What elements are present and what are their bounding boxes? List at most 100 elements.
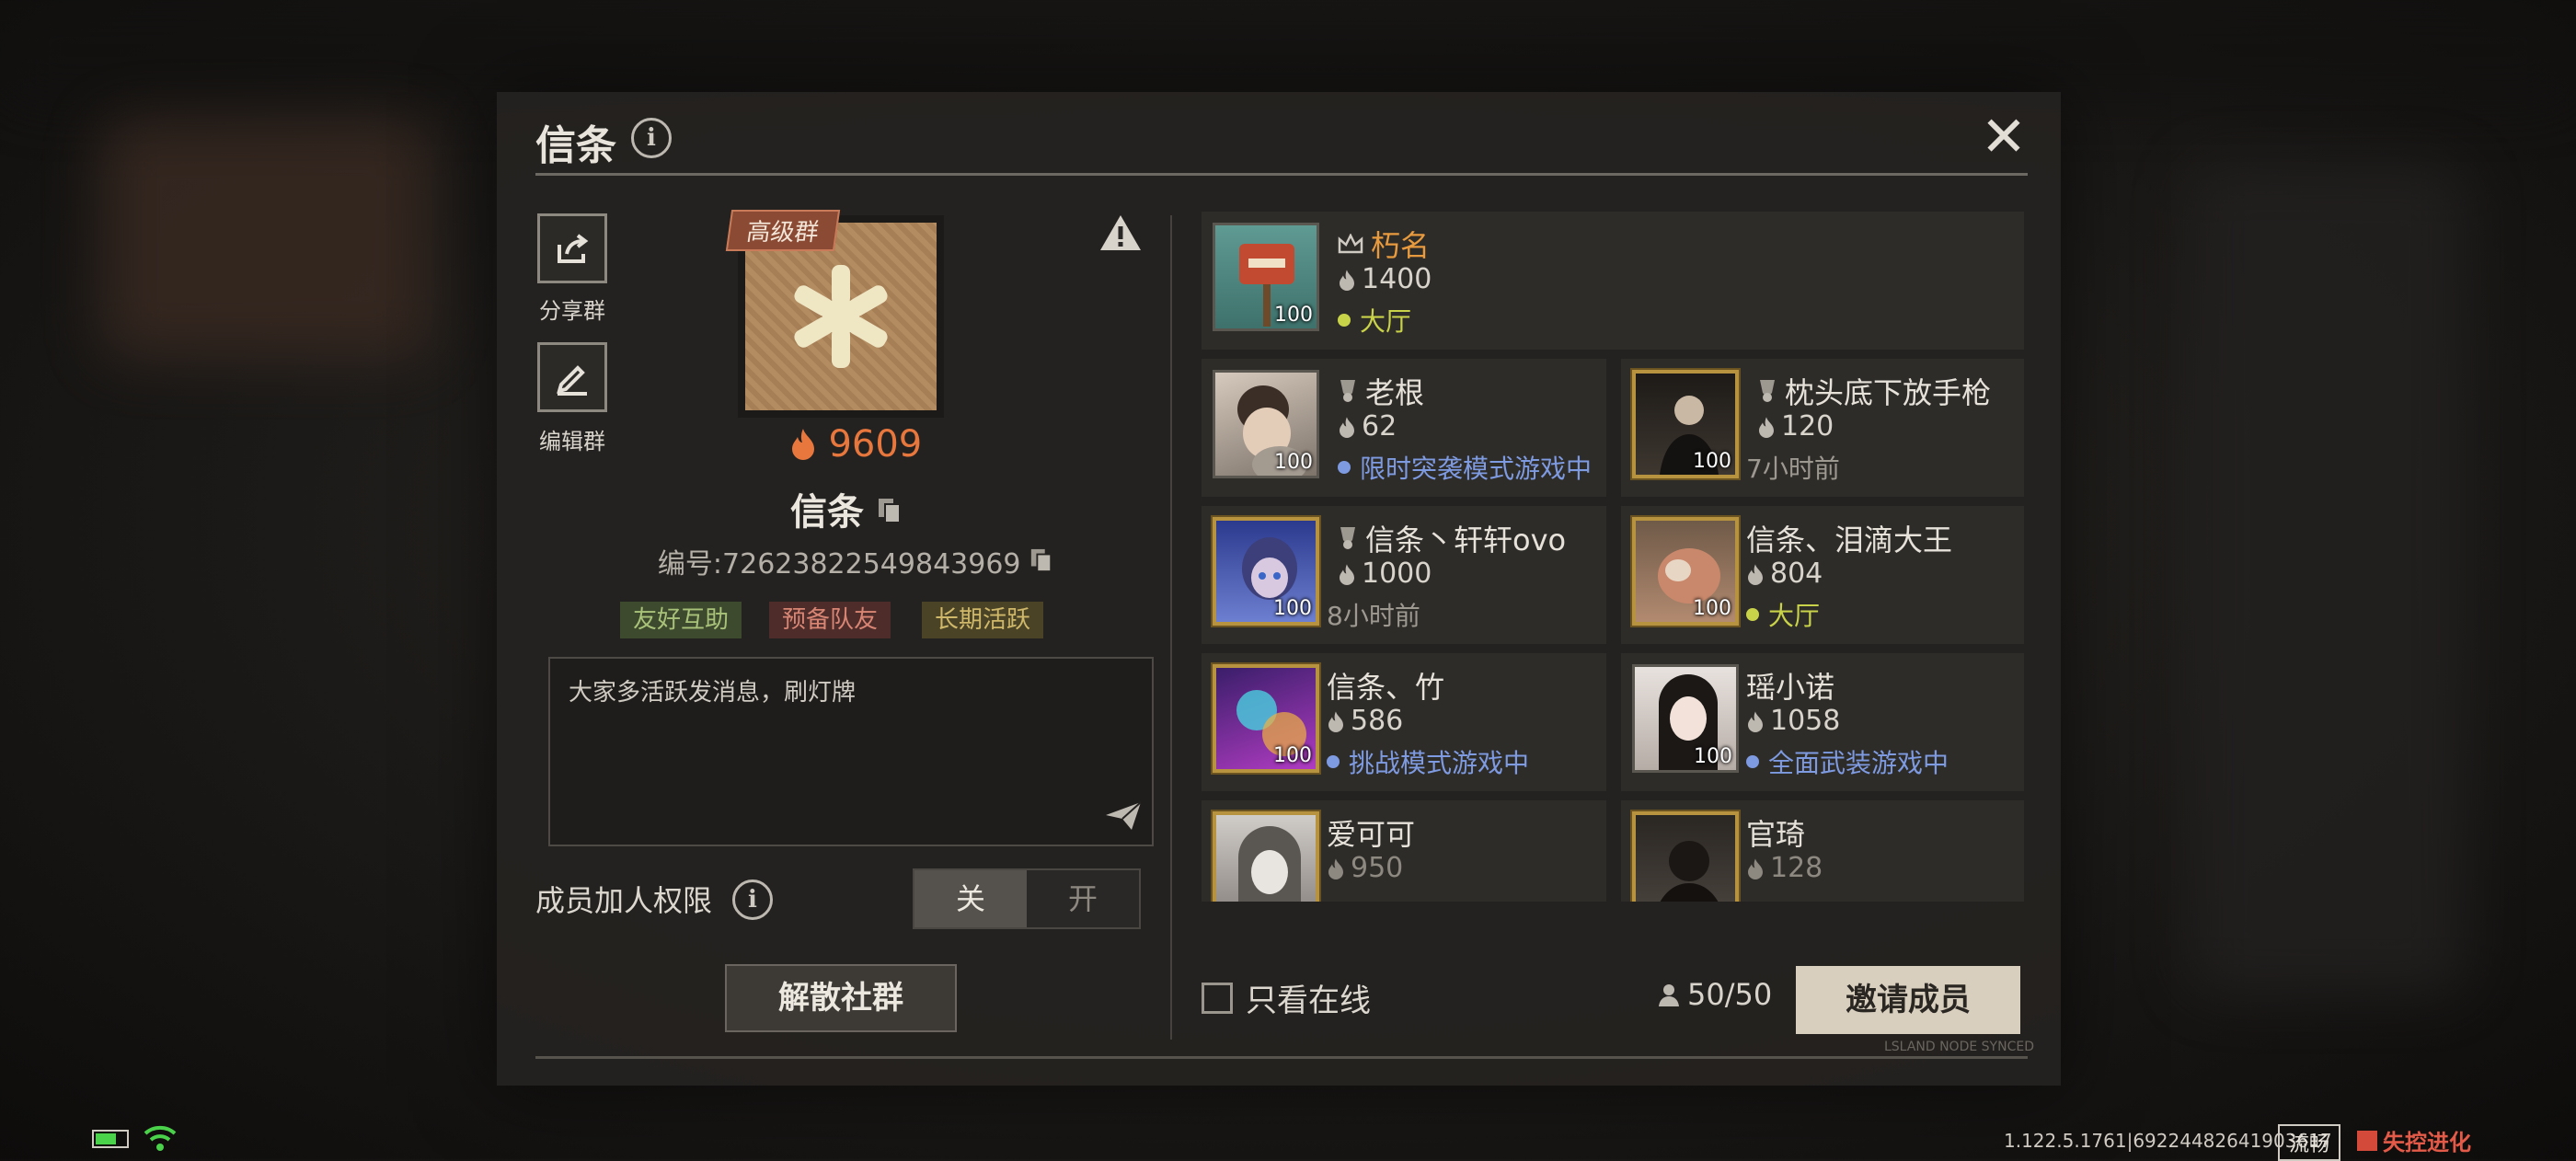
- ingame-status-dot: [1338, 461, 1351, 474]
- dialog-title: 信条: [535, 122, 616, 169]
- online-status-dot: [1338, 314, 1351, 327]
- game-logo-text: 失控进化: [2383, 1130, 2471, 1155]
- group-info-dialog: 信条 i ✕ 分享群 编辑群 高级群 9609 信条 编号:7262382254…: [497, 92, 2061, 1086]
- flame-icon: [1328, 857, 1343, 879]
- member-card[interactable]: 100 信条丶轩轩ovo 1000 8小时前: [1202, 506, 1606, 644]
- member-status: 限时突袭模式游戏中: [1360, 454, 1593, 484]
- member-score: 1000: [1362, 558, 1432, 590]
- level-badge: 100: [1274, 451, 1313, 474]
- group-name: 信条: [727, 482, 966, 535]
- group-tag: 友好互助: [620, 602, 742, 638]
- group-name-text: 信条: [790, 491, 865, 534]
- network-quality-badge: 流畅: [2278, 1124, 2341, 1161]
- medal-icon: [1340, 527, 1355, 549]
- toggle-on-option[interactable]: 开: [1027, 870, 1139, 927]
- group-notice-box[interactable]: 大家多活跃发消息，刷灯牌: [548, 657, 1154, 846]
- member-score: 1400: [1362, 263, 1432, 295]
- member-card-owner[interactable]: 100 朽名 1400 大厅: [1202, 212, 2024, 350]
- ingame-status-dot: [1327, 755, 1340, 768]
- member-score: 950: [1351, 852, 1404, 884]
- member-score: 128: [1770, 852, 1823, 884]
- person-icon: [1659, 984, 1679, 1006]
- level-badge: 100: [1273, 744, 1312, 767]
- member-last-seen: 8小时前: [1327, 601, 1420, 631]
- member-status: 挑战模式游戏中: [1349, 748, 1530, 778]
- only-online-checkbox[interactable]: [1202, 983, 1233, 1014]
- invite-permission-toggle[interactable]: 关 开: [913, 868, 1141, 929]
- medal-icon: [1760, 380, 1775, 402]
- copy-icon[interactable]: [877, 497, 903, 524]
- member-name: 朽名: [1371, 228, 1431, 263]
- member-count: 50/50: [1658, 977, 1772, 1012]
- share-group-label: 分享群: [539, 298, 605, 324]
- warning-icon[interactable]: [1098, 213, 1143, 256]
- wifi-icon: [144, 1124, 177, 1155]
- flame-icon: [1748, 563, 1763, 585]
- member-name: 信条、泪滴大王: [1746, 523, 1953, 558]
- avatar[interactable]: 100: [1213, 517, 1319, 626]
- group-id: 编号:72623822549843969: [626, 541, 1086, 581]
- member-card[interactable]: 100 信条、竹 586 挑战模式游戏中: [1202, 653, 1606, 791]
- member-name: 官琦: [1746, 817, 1806, 852]
- member-name: 老根: [1365, 375, 1425, 410]
- info-icon[interactable]: i: [732, 879, 773, 920]
- avatar[interactable]: 100: [1632, 517, 1739, 626]
- ingame-status-dot: [1746, 755, 1759, 768]
- avatar[interactable]: 100: [1213, 370, 1319, 478]
- group-score-value: 9609: [828, 423, 923, 466]
- group-tag: 预备队友: [769, 602, 891, 638]
- member-score: 1058: [1770, 705, 1841, 737]
- member-name: 枕头底下放手枪: [1785, 375, 1992, 410]
- toggle-off-option[interactable]: 关: [914, 870, 1027, 927]
- member-name: 信条、竹: [1327, 670, 1445, 705]
- level-badge: 100: [1693, 597, 1731, 620]
- member-count-value: 50/50: [1687, 977, 1773, 1012]
- online-status-dot: [1746, 608, 1759, 621]
- edit-group-button[interactable]: [537, 342, 607, 412]
- member-card[interactable]: 爱可可 950: [1202, 800, 1606, 902]
- level-badge: 100: [1694, 745, 1732, 768]
- info-icon[interactable]: i: [631, 118, 672, 158]
- column-divider: [1170, 215, 1172, 1040]
- medal-icon: [1340, 380, 1355, 402]
- level-badge: 100: [1274, 304, 1313, 327]
- share-group-button[interactable]: [537, 213, 607, 283]
- group-score: 9609: [773, 423, 938, 466]
- member-card[interactable]: 官琦 128: [1621, 800, 2024, 902]
- flame-icon: [1340, 416, 1354, 438]
- group-id-text: 编号:72623822549843969: [657, 548, 1021, 580]
- member-card[interactable]: 100 老根 62 限时突袭模式游戏中: [1202, 359, 1606, 497]
- member-status: 全面武装游戏中: [1768, 748, 1949, 778]
- flame-icon: [1340, 269, 1354, 291]
- battery-icon: [92, 1130, 129, 1148]
- avatar[interactable]: 100: [1632, 370, 1739, 478]
- edit-icon: [557, 365, 587, 396]
- close-icon[interactable]: ✕: [1980, 109, 2028, 165]
- member-status: 大厅: [1360, 306, 1412, 337]
- member-card[interactable]: 100 枕头底下放手枪 120 7小时前: [1621, 359, 2024, 497]
- flame-icon: [1748, 710, 1763, 732]
- avatar[interactable]: 100: [1213, 223, 1319, 331]
- only-online-label[interactable]: 只看在线: [1246, 975, 1371, 1020]
- copy-icon[interactable]: [1029, 547, 1053, 573]
- member-status: 大厅: [1768, 601, 1821, 631]
- premium-group-badge: 高级群: [725, 210, 841, 251]
- member-card[interactable]: 100 信条、泪滴大王 804 大厅: [1621, 506, 2024, 644]
- snowflake-icon: [794, 265, 888, 368]
- avatar[interactable]: [1632, 811, 1739, 902]
- flame-icon: [791, 429, 814, 460]
- avatar[interactable]: [1213, 811, 1319, 902]
- avatar[interactable]: 100: [1632, 664, 1739, 773]
- flame-icon: [1340, 563, 1354, 585]
- invite-members-button[interactable]: 邀请成员: [1796, 966, 2020, 1034]
- member-name: 瑶小诺: [1746, 670, 1835, 705]
- member-card[interactable]: 100 瑶小诺 1058 全面武装游戏中: [1621, 653, 2024, 791]
- footer-divider: [535, 1056, 2028, 1059]
- avatar[interactable]: 100: [1213, 664, 1319, 773]
- send-icon[interactable]: [1104, 800, 1143, 835]
- group-tag: 长期活跃: [922, 602, 1044, 638]
- share-icon: [558, 234, 589, 263]
- member-score: 804: [1770, 558, 1823, 590]
- disband-group-button[interactable]: 解散社群: [725, 964, 957, 1032]
- level-badge: 100: [1273, 597, 1312, 620]
